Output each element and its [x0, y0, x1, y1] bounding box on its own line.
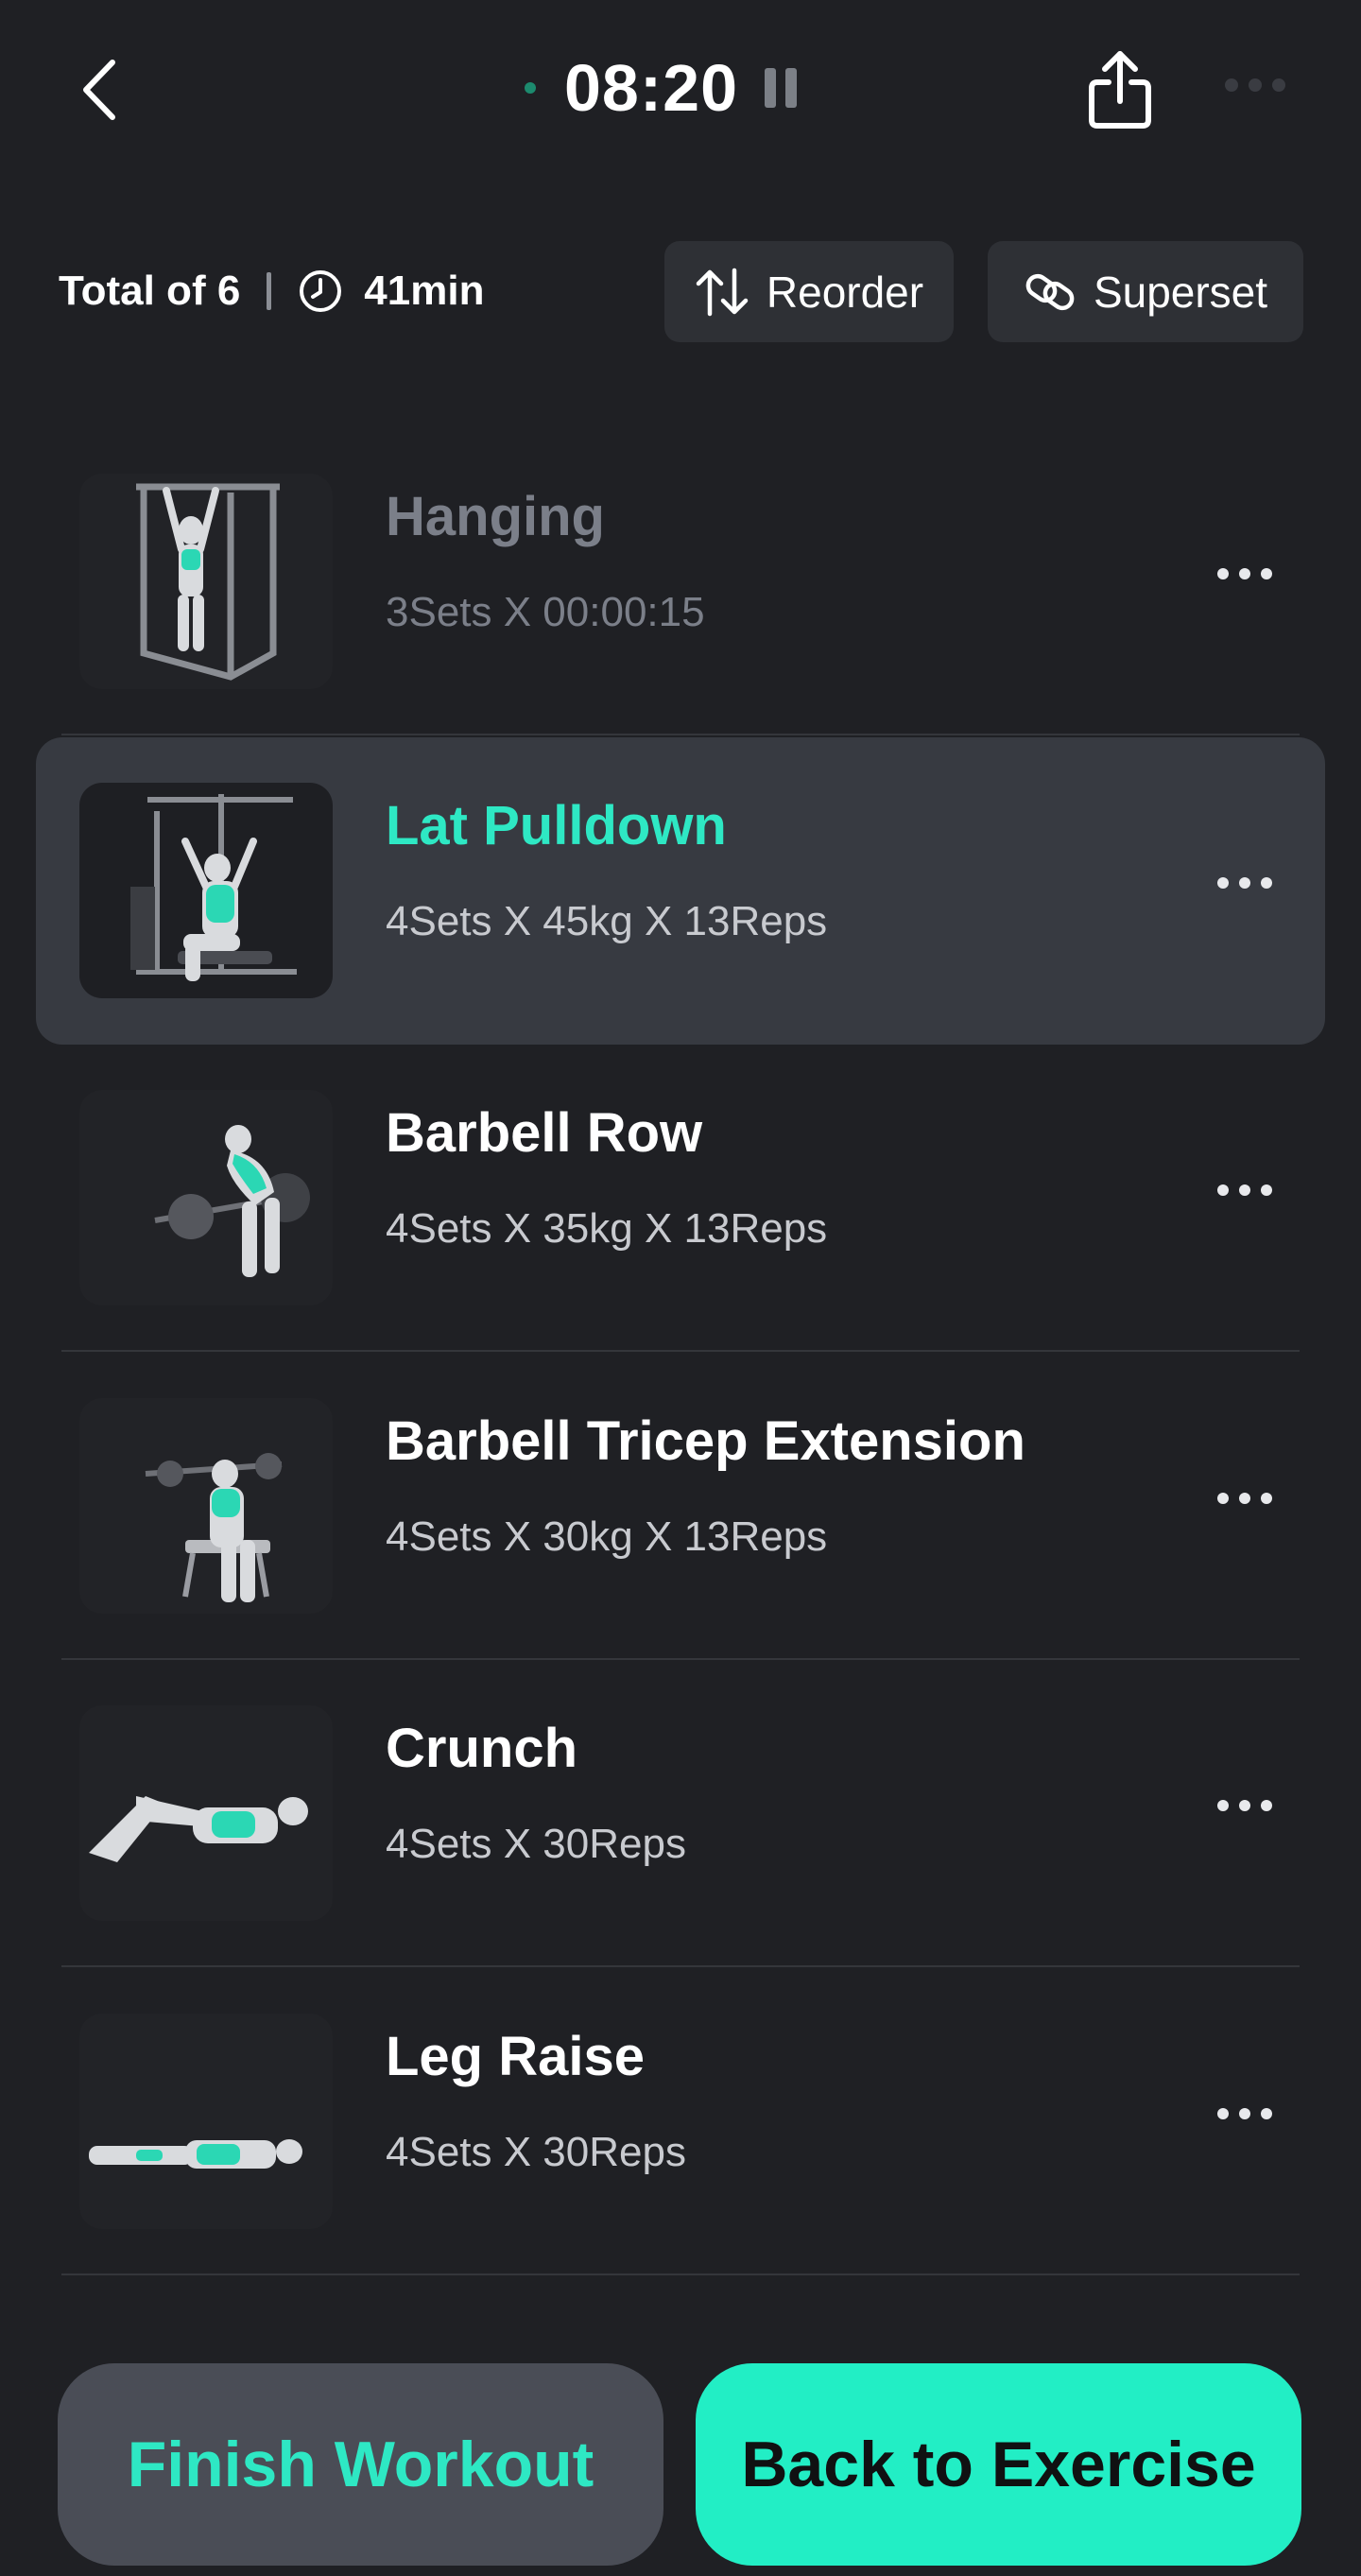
- exercise-detail: 4Sets X 30Reps: [386, 1821, 686, 1867]
- exercise-more-icon[interactable]: [1217, 877, 1272, 889]
- exercise-name: Leg Raise: [386, 2026, 645, 2087]
- back-button[interactable]: [66, 47, 132, 132]
- reorder-button[interactable]: Reorder: [664, 241, 954, 342]
- exercise-more-icon[interactable]: [1217, 568, 1272, 579]
- exercise-detail: 4Sets X 45kg X 13Reps: [386, 898, 828, 944]
- exercise-count: Total of 6: [59, 267, 241, 314]
- exercise-row-barbell-tricep-extension[interactable]: Barbell Tricep Extension 4Sets X 30kg X …: [36, 1353, 1325, 1660]
- exercise-name: Lat Pulldown: [386, 795, 727, 856]
- workout-timer: 08:20: [525, 43, 798, 132]
- exercise-detail: 4Sets X 35kg X 13Reps: [386, 1205, 828, 1252]
- exercise-thumbnail: [79, 474, 333, 689]
- exercise-more-icon[interactable]: [1217, 1493, 1272, 1504]
- chevron-left-icon: [83, 60, 115, 120]
- exercise-name: Barbell Row: [386, 1102, 703, 1164]
- row-divider: [61, 1350, 1300, 1352]
- superset-label: Superset: [1093, 267, 1268, 317]
- superset-button[interactable]: Superset: [988, 241, 1303, 342]
- finish-workout-button[interactable]: Finish Workout: [58, 2363, 663, 2566]
- exercise-detail: 3Sets X 00:00:15: [386, 589, 705, 635]
- exercise-thumbnail: [79, 2014, 333, 2229]
- row-divider: [61, 734, 1300, 735]
- exercise-thumbnail: [79, 1090, 333, 1305]
- more-options-icon[interactable]: [1225, 78, 1285, 92]
- reorder-label: Reorder: [766, 267, 924, 317]
- workout-duration: 41min: [364, 267, 485, 314]
- workout-summary: Total of 6 41min: [59, 260, 484, 321]
- exercise-row-leg-raise[interactable]: Leg Raise 4Sets X 30Reps: [36, 1968, 1325, 2275]
- share-button[interactable]: [1077, 43, 1163, 137]
- exercise-thumbnail: [79, 1398, 333, 1614]
- exercise-row-lat-pulldown[interactable]: Lat Pulldown 4Sets X 45kg X 13Reps: [36, 737, 1325, 1045]
- exercise-more-icon[interactable]: [1217, 1184, 1272, 1196]
- link-icon: [1025, 273, 1075, 310]
- share-icon: [1089, 51, 1151, 129]
- exercise-more-icon[interactable]: [1217, 1800, 1272, 1811]
- exercise-detail: 4Sets X 30Reps: [386, 2129, 686, 2175]
- top-bar: 08:20: [0, 0, 1361, 180]
- timer-text: 08:20: [564, 50, 739, 125]
- recording-dot-icon: [525, 81, 536, 94]
- exercise-more-icon[interactable]: [1217, 2108, 1272, 2119]
- reorder-icon: [696, 268, 749, 316]
- row-divider: [61, 1965, 1300, 1967]
- pause-icon[interactable]: [765, 67, 798, 108]
- exercise-name: Barbell Tricep Extension: [386, 1410, 1025, 1472]
- exercise-row-barbell-row[interactable]: Barbell Row 4Sets X 35kg X 13Reps: [36, 1045, 1325, 1352]
- exercise-name: Crunch: [386, 1718, 577, 1779]
- exercise-name: Hanging: [386, 486, 605, 547]
- exercise-detail: 4Sets X 30kg X 13Reps: [386, 1513, 828, 1560]
- exercise-thumbnail: [79, 1705, 333, 1921]
- exercise-row-hanging[interactable]: Hanging 3Sets X 00:00:15: [36, 428, 1325, 735]
- back-to-exercise-button[interactable]: Back to Exercise: [696, 2363, 1301, 2566]
- row-divider: [61, 2273, 1300, 2275]
- clock-icon: [298, 268, 343, 314]
- exercise-row-crunch[interactable]: Crunch 4Sets X 30Reps: [36, 1660, 1325, 1967]
- summary-divider: [267, 271, 272, 310]
- exercise-thumbnail: [79, 783, 333, 998]
